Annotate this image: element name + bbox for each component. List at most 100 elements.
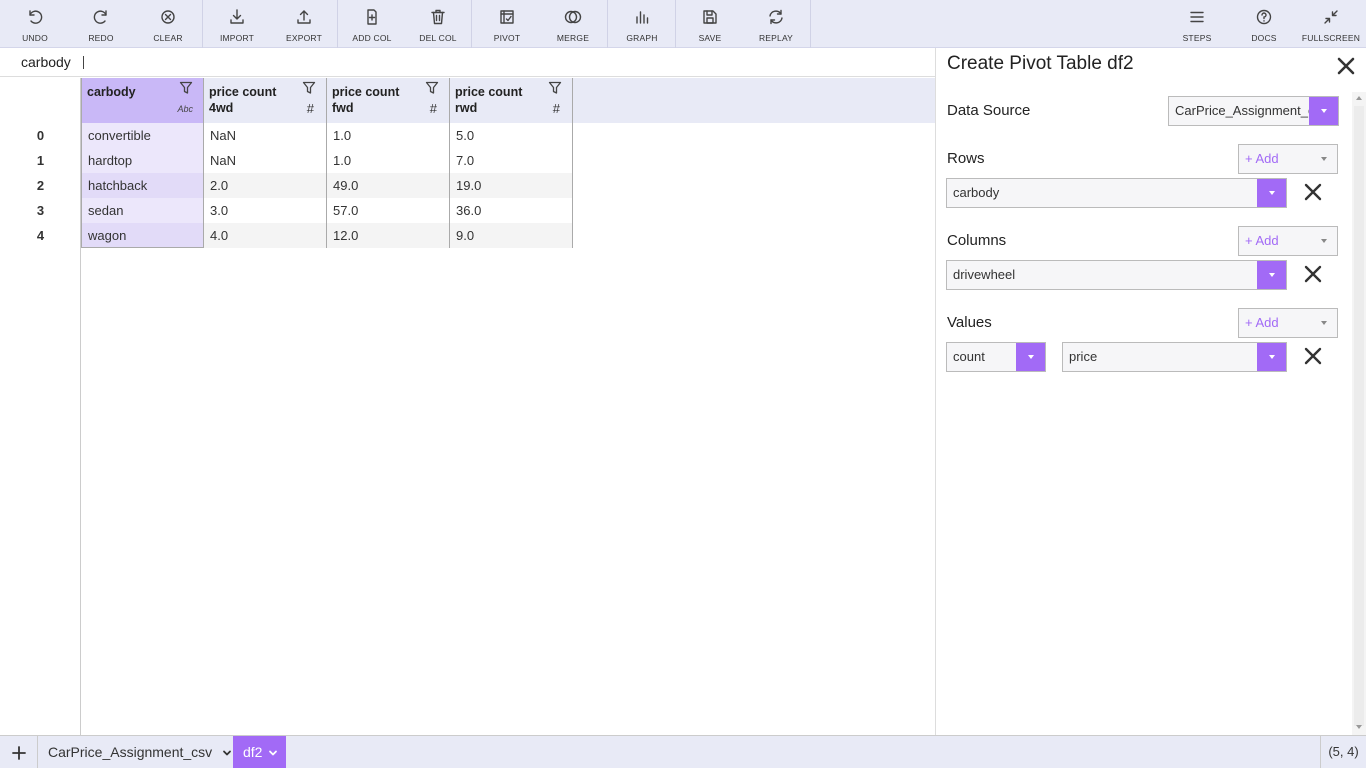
add-label: + Add bbox=[1245, 233, 1279, 248]
chevron-down-icon bbox=[1257, 179, 1286, 207]
row-index[interactable]: 3 bbox=[0, 198, 81, 223]
remove-row-button[interactable] bbox=[1304, 183, 1322, 201]
redo-button[interactable]: REDO bbox=[80, 0, 122, 48]
rows-add-button[interactable]: + Add bbox=[1238, 144, 1338, 174]
clear-label: CLEAR bbox=[153, 33, 183, 43]
plus-icon bbox=[11, 745, 26, 760]
table-cell[interactable]: 7.0 bbox=[450, 148, 573, 173]
toolbar-divider bbox=[810, 0, 811, 48]
values-field-select[interactable]: price bbox=[1062, 342, 1287, 372]
filter-icon[interactable] bbox=[425, 81, 439, 98]
row-index[interactable]: 4 bbox=[0, 223, 81, 248]
replay-icon bbox=[769, 9, 783, 25]
table-cell[interactable]: 57.0 bbox=[327, 198, 450, 223]
remove-column-button[interactable] bbox=[1304, 265, 1322, 283]
table-cell[interactable]: 3.0 bbox=[204, 198, 327, 223]
del-col-button[interactable]: DEL COL bbox=[416, 0, 460, 48]
add-sheet-button[interactable] bbox=[0, 736, 37, 768]
row-index[interactable]: 2 bbox=[0, 173, 81, 198]
graph-label: GRAPH bbox=[626, 33, 658, 43]
numeric-type-icon: # bbox=[552, 101, 560, 116]
scroll-down-icon[interactable] bbox=[1356, 725, 1362, 729]
table-cell[interactable]: 36.0 bbox=[450, 198, 573, 223]
table-cell[interactable]: NaN bbox=[204, 123, 327, 148]
columns-add-button[interactable]: + Add bbox=[1238, 226, 1338, 256]
pivot-panel: Create Pivot Table df2 Data Source CarPr… bbox=[935, 48, 1366, 735]
table-cell[interactable]: 12.0 bbox=[327, 223, 450, 248]
pivot-icon bbox=[500, 10, 514, 24]
panel-scrollbar[interactable] bbox=[1352, 92, 1366, 735]
data-source-select[interactable]: CarPrice_Assignment_csv bbox=[1168, 96, 1339, 126]
scrollbar-thumb[interactable] bbox=[1354, 106, 1364, 726]
column-header-price-count-fwd[interactable]: price count fwd # bbox=[327, 78, 450, 123]
numeric-type-icon: # bbox=[429, 101, 437, 116]
import-label: IMPORT bbox=[219, 33, 255, 43]
table-cell[interactable]: 4.0 bbox=[204, 223, 327, 248]
values-add-button[interactable]: + Add bbox=[1238, 308, 1338, 338]
table-cell[interactable]: 9.0 bbox=[450, 223, 573, 248]
add-col-button[interactable]: ADD COL bbox=[350, 0, 394, 48]
column-header-price-count-4wd[interactable]: price count 4wd # bbox=[204, 78, 327, 123]
filter-icon[interactable] bbox=[548, 81, 562, 98]
table-cell[interactable]: 1.0 bbox=[327, 123, 450, 148]
table-cell[interactable]: 49.0 bbox=[327, 173, 450, 198]
row-index[interactable]: 0 bbox=[0, 123, 81, 148]
steps-button[interactable]: STEPS bbox=[1175, 0, 1219, 48]
save-button[interactable]: SAVE bbox=[688, 0, 732, 48]
export-icon bbox=[297, 10, 311, 24]
import-icon bbox=[230, 9, 244, 24]
import-button[interactable]: IMPORT bbox=[215, 0, 259, 48]
table-cell[interactable]: 2.0 bbox=[204, 173, 327, 198]
row-index[interactable]: 1 bbox=[0, 148, 81, 173]
formula-bar[interactable]: carbody bbox=[0, 48, 935, 77]
table-cell[interactable]: convertible bbox=[81, 123, 204, 148]
merge-button[interactable]: MERGE bbox=[551, 0, 595, 48]
text-cursor bbox=[83, 56, 84, 69]
filter-icon[interactable] bbox=[302, 81, 316, 98]
close-panel-button[interactable] bbox=[1336, 56, 1356, 76]
column-header-carbody[interactable]: carbody Abc bbox=[81, 78, 204, 123]
add-column-icon bbox=[367, 9, 377, 25]
docs-label: DOCS bbox=[1251, 33, 1277, 43]
formula-value: carbody bbox=[21, 54, 71, 70]
sheet-tab-df2[interactable]: df2 bbox=[233, 736, 286, 768]
columns-select[interactable]: drivewheel bbox=[946, 260, 1287, 290]
caret-down-icon bbox=[1321, 321, 1327, 325]
aggregation-value: count bbox=[953, 349, 985, 364]
docs-button[interactable]: DOCS bbox=[1242, 0, 1286, 48]
trash-icon bbox=[431, 9, 445, 25]
undo-button[interactable]: UNDO bbox=[14, 0, 56, 48]
export-button[interactable]: EXPORT bbox=[282, 0, 326, 48]
toolbar-divider bbox=[471, 0, 472, 48]
toolbar-divider bbox=[675, 0, 676, 48]
values-aggregation-select[interactable]: count bbox=[946, 342, 1046, 372]
steps-label: STEPS bbox=[1182, 33, 1212, 43]
table-cell[interactable]: wagon bbox=[81, 223, 204, 248]
table-cell[interactable]: NaN bbox=[204, 148, 327, 173]
table-cell[interactable]: 19.0 bbox=[450, 173, 573, 198]
clear-button[interactable]: CLEAR bbox=[147, 0, 189, 48]
data-source-label: Data Source bbox=[947, 102, 1031, 119]
table-cell[interactable]: 5.0 bbox=[450, 123, 573, 148]
remove-value-button[interactable] bbox=[1304, 347, 1322, 365]
save-label: SAVE bbox=[698, 33, 722, 43]
table-cell[interactable]: hardtop bbox=[81, 148, 204, 173]
graph-button[interactable]: GRAPH bbox=[620, 0, 664, 48]
pivot-label: PIVOT bbox=[493, 33, 521, 43]
fullscreen-button[interactable]: FULLSCREEN bbox=[1302, 0, 1360, 48]
collapse-icon bbox=[1324, 10, 1338, 24]
rows-select[interactable]: carbody bbox=[946, 178, 1287, 208]
replay-label: REPLAY bbox=[758, 33, 794, 43]
table-cell[interactable]: sedan bbox=[81, 198, 204, 223]
column-header-price-count-rwd[interactable]: price count rwd # bbox=[450, 78, 573, 123]
table-cell[interactable]: 1.0 bbox=[327, 148, 450, 173]
sheet-tab-bar: CarPrice_Assignment_csv df2 (5, 4) bbox=[0, 735, 1366, 768]
replay-button[interactable]: REPLAY bbox=[754, 0, 798, 48]
table-cell[interactable]: hatchback bbox=[81, 173, 204, 198]
numeric-type-icon: # bbox=[306, 101, 314, 116]
tab-label: df2 bbox=[243, 744, 263, 760]
scroll-up-icon[interactable] bbox=[1356, 96, 1362, 100]
sheet-tab-carprice[interactable]: CarPrice_Assignment_csv bbox=[37, 736, 233, 768]
pivot-button[interactable]: PIVOT bbox=[485, 0, 529, 48]
filter-icon[interactable] bbox=[179, 81, 193, 98]
